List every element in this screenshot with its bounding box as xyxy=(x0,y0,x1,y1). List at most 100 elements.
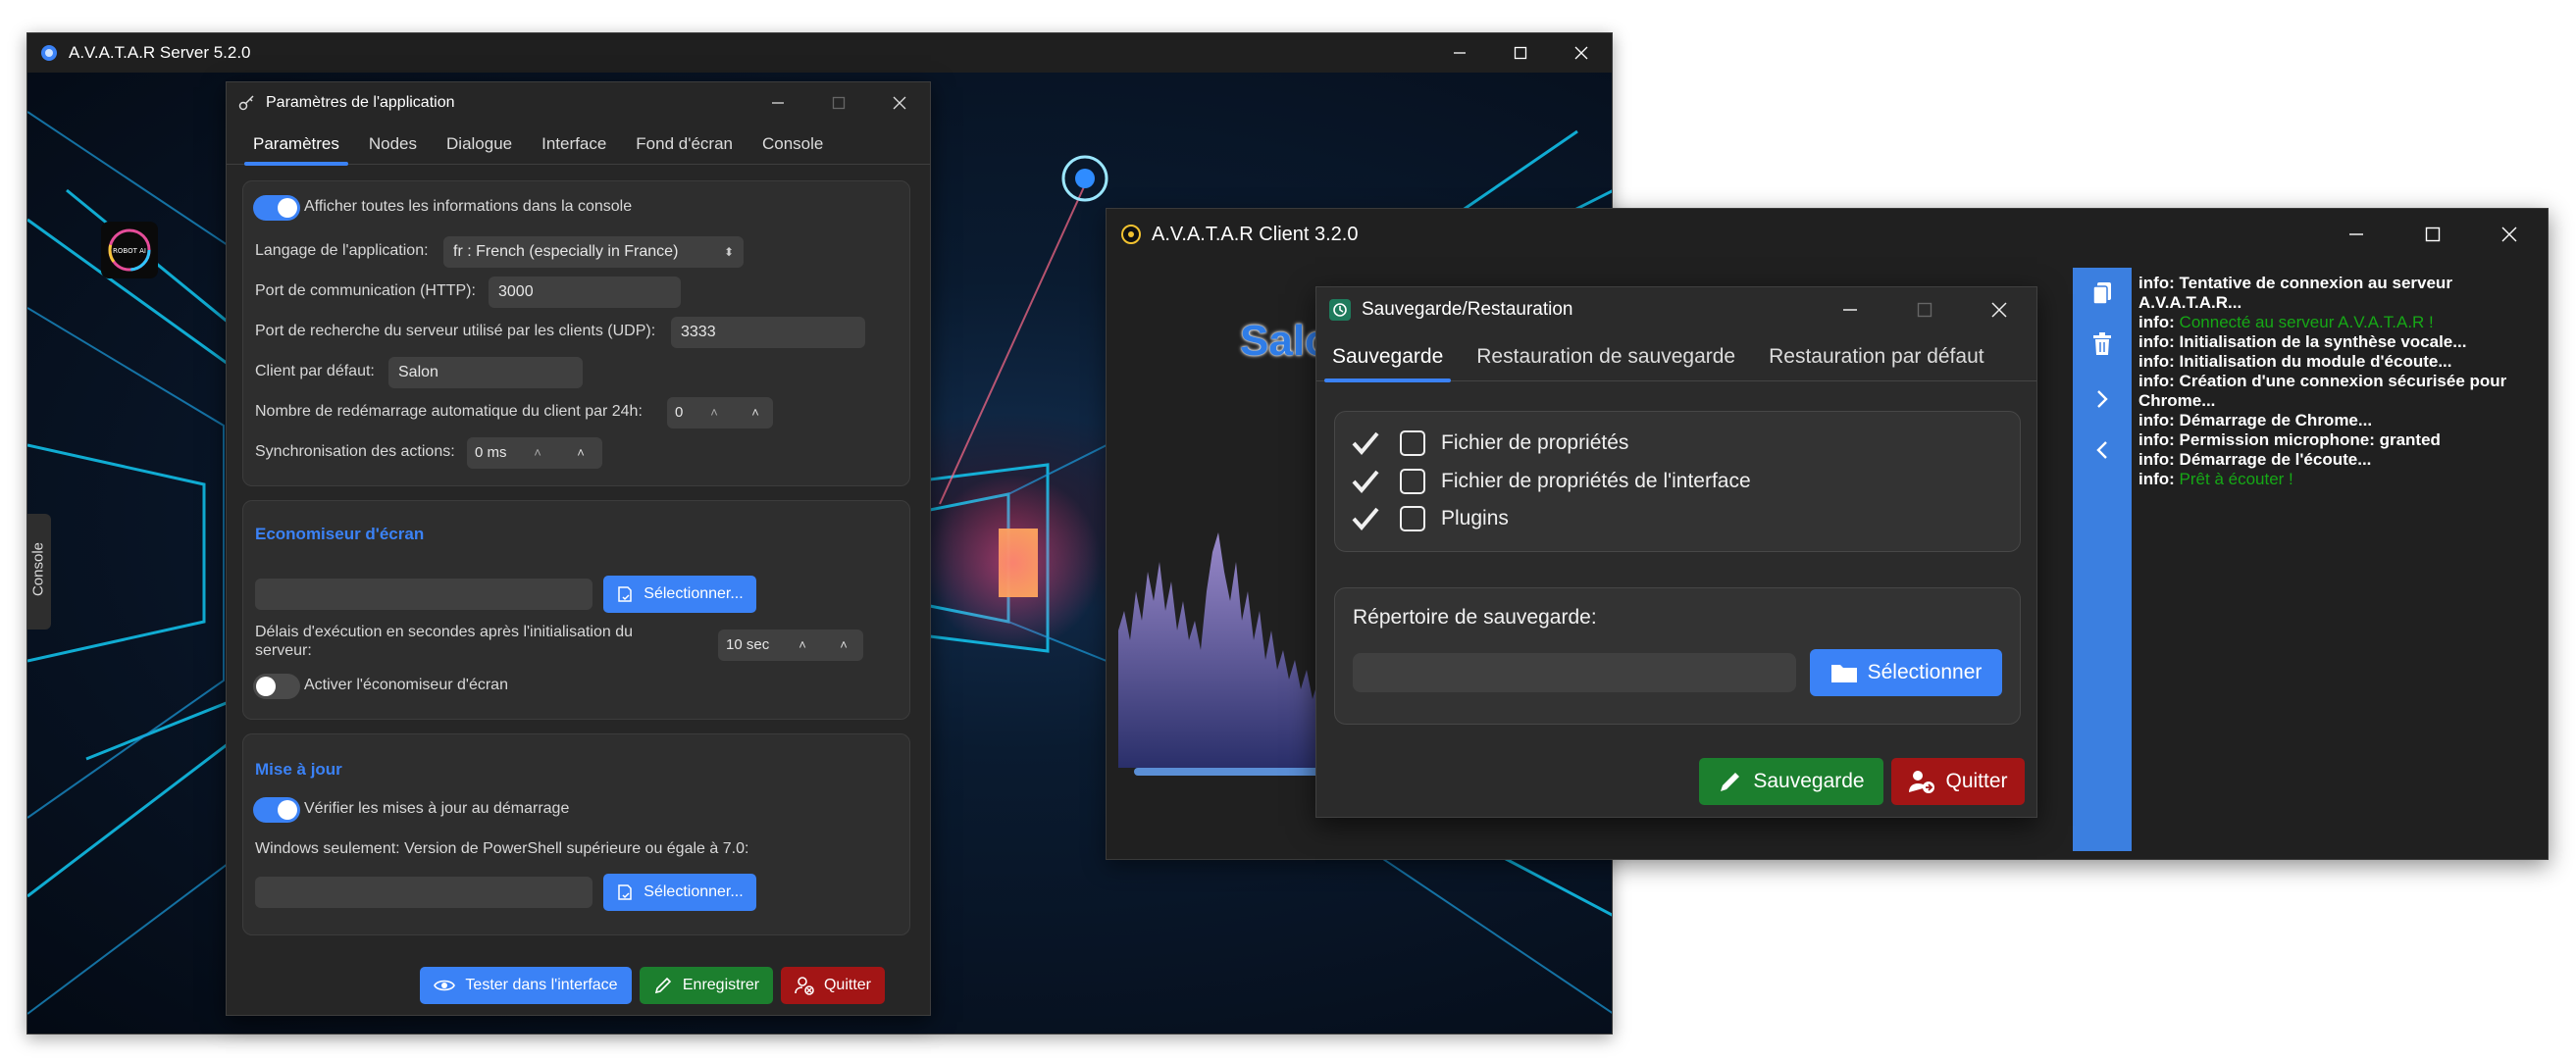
client-maximize-button[interactable] xyxy=(2395,209,2471,260)
backup-minimize-button[interactable] xyxy=(1813,287,1887,332)
console-side-tab[interactable]: Console xyxy=(27,514,51,630)
robot-ai-logo[interactable]: ROBOT AI xyxy=(101,222,158,278)
backup-item-checkbox[interactable] xyxy=(1400,506,1425,531)
test-interface-button[interactable]: Tester dans l'interface xyxy=(420,967,632,1004)
client-console-log: info: Tentative de connexion au serveur … xyxy=(2138,274,2541,489)
close-icon xyxy=(1991,302,2007,318)
settings-minimize-button[interactable] xyxy=(747,82,808,124)
log-line: info: Tentative de connexion au serveur … xyxy=(2138,274,2452,312)
log-line: info: Connecté au serveur A.V.A.T.A.R ! xyxy=(2138,313,2434,331)
backup-save-button[interactable]: Sauvegarde xyxy=(1699,758,1883,805)
settings-title: Paramètres de l'application xyxy=(266,94,455,111)
client-titlebar[interactable]: A.V.A.T.A.R Client 3.2.0 xyxy=(1107,209,2548,260)
decrement-icon[interactable]: ˄ xyxy=(702,397,726,429)
maximize-icon xyxy=(2425,227,2441,242)
tab-parametres[interactable]: Paramètres xyxy=(238,124,354,166)
client-close-button[interactable] xyxy=(2471,209,2548,260)
maximize-icon xyxy=(1917,302,1932,318)
sync-stepper[interactable]: 0 ms ˄ ˄ xyxy=(467,437,602,469)
screensaver-select-button[interactable]: Sélectionner... xyxy=(603,576,756,613)
minimize-button[interactable] xyxy=(1429,33,1490,73)
sync-label: Synchronisation des actions: xyxy=(255,443,455,460)
save-settings-button[interactable]: Enregistrer xyxy=(640,967,773,1004)
screensaver-path-input[interactable] xyxy=(255,579,592,610)
language-label: Langage de l'application: xyxy=(255,242,429,259)
backup-directory-label: Répertoire de sauvegarde: xyxy=(1353,606,1597,629)
select-file-icon xyxy=(618,884,633,900)
tab-restauration-defaut[interactable]: Restauration par défaut xyxy=(1755,332,1997,381)
user-quit-icon xyxy=(1909,771,1935,793)
tab-fond-ecran[interactable]: Fond d'écran xyxy=(621,124,747,165)
show-all-info-toggle[interactable] xyxy=(253,195,300,221)
backup-item-plugins[interactable]: Plugins xyxy=(1351,501,1509,536)
settings-maximize-button xyxy=(808,82,869,124)
increment-icon[interactable]: ˄ xyxy=(744,397,767,429)
backup-select-label: Sélectionner xyxy=(1867,661,1983,683)
pencil-icon xyxy=(654,977,672,994)
minimize-icon xyxy=(1843,309,1857,311)
tab-sauvegarde[interactable]: Sauvegarde xyxy=(1318,332,1457,382)
close-button[interactable] xyxy=(1551,33,1612,73)
tab-interface[interactable]: Interface xyxy=(527,124,621,165)
folder-icon xyxy=(1830,665,1857,682)
backup-item-properties[interactable]: Fichier de propriétés xyxy=(1351,426,1628,461)
restore-icon xyxy=(1328,298,1352,322)
trash-icon[interactable] xyxy=(2088,330,2116,358)
http-port-label: Port de communication (HTTP): xyxy=(255,282,476,299)
language-select[interactable]: fr : French (especially in France) ⬍ xyxy=(443,236,744,268)
close-icon xyxy=(893,96,906,110)
backup-item-checkbox[interactable] xyxy=(1400,430,1425,456)
increment-icon[interactable]: ˄ xyxy=(569,437,592,469)
backup-item-checkbox[interactable] xyxy=(1400,469,1425,494)
increment-icon[interactable]: ˄ xyxy=(832,630,855,661)
backup-select-button[interactable]: Sélectionner xyxy=(1810,649,2002,696)
close-icon xyxy=(2501,227,2517,242)
powershell-select-button[interactable]: Sélectionner... xyxy=(603,874,756,911)
backup-save-label: Sauvegarde xyxy=(1753,770,1865,792)
server-window-title: A.V.A.T.A.R Server 5.2.0 xyxy=(69,43,251,62)
maximize-icon xyxy=(832,96,846,110)
settings-titlebar[interactable]: Paramètres de l'application xyxy=(227,82,930,124)
client-minimize-button[interactable] xyxy=(2318,209,2395,260)
tab-nodes[interactable]: Nodes xyxy=(354,124,432,165)
delay-stepper[interactable]: 10 sec ˄ ˄ xyxy=(718,630,863,661)
screensaver-title: Economiseur d'écran xyxy=(255,525,425,543)
settings-close-button[interactable] xyxy=(869,82,930,124)
general-settings-group: Afficher toutes les informations dans la… xyxy=(242,180,910,486)
tab-console[interactable]: Console xyxy=(747,124,838,165)
show-all-info-label: Afficher toutes les informations dans la… xyxy=(304,198,633,215)
server-titlebar[interactable]: A.V.A.T.A.R Server 5.2.0 xyxy=(27,33,1612,73)
chevron-left-icon[interactable] xyxy=(2088,436,2116,464)
restart-count-stepper[interactable]: 0 ˄ ˄ xyxy=(667,397,773,429)
select-file-icon xyxy=(618,586,633,602)
default-client-label: Client par défaut: xyxy=(255,363,375,379)
powershell-path-input[interactable] xyxy=(255,877,592,908)
check-updates-toggle[interactable] xyxy=(253,797,300,823)
test-interface-label: Tester dans l'interface xyxy=(465,977,618,993)
avatar-app-icon xyxy=(39,43,59,63)
http-port-input[interactable]: 3000 xyxy=(489,277,681,308)
quit-settings-button[interactable]: Quitter xyxy=(781,967,885,1004)
default-client-input[interactable]: Salon xyxy=(388,357,583,388)
backup-directory-input[interactable] xyxy=(1353,653,1796,692)
tab-dialogue[interactable]: Dialogue xyxy=(432,124,527,165)
close-icon xyxy=(1574,46,1588,60)
backup-item-label: Fichier de propriétés de l'interface xyxy=(1441,470,1751,492)
udp-port-input[interactable]: 3333 xyxy=(671,317,865,348)
backup-directory-group: Répertoire de sauvegarde: Sélectionner xyxy=(1334,587,2021,725)
svg-text:ROBOT AI: ROBOT AI xyxy=(113,247,146,255)
copy-icon[interactable] xyxy=(2088,279,2116,307)
chevron-right-icon[interactable] xyxy=(2088,385,2116,413)
maximize-button[interactable] xyxy=(1490,33,1551,73)
backup-item-interface-properties[interactable]: Fichier de propriétés de l'interface xyxy=(1351,464,1751,499)
backup-close-button[interactable] xyxy=(1962,287,2036,332)
backup-quit-button[interactable]: Quitter xyxy=(1891,758,2025,805)
tab-restauration-sauvegarde[interactable]: Restauration de sauvegarde xyxy=(1463,332,1749,381)
decrement-icon[interactable]: ˄ xyxy=(526,437,549,469)
decrement-icon[interactable]: ˄ xyxy=(791,630,814,661)
log-line: info: Démarrage de l'écoute... xyxy=(2138,450,2372,469)
backup-titlebar[interactable]: Sauvegarde/Restauration xyxy=(1316,287,2036,332)
activate-screensaver-toggle[interactable] xyxy=(253,674,300,699)
powershell-select-label: Sélectionner... xyxy=(644,883,744,900)
maximize-icon xyxy=(1514,46,1527,60)
